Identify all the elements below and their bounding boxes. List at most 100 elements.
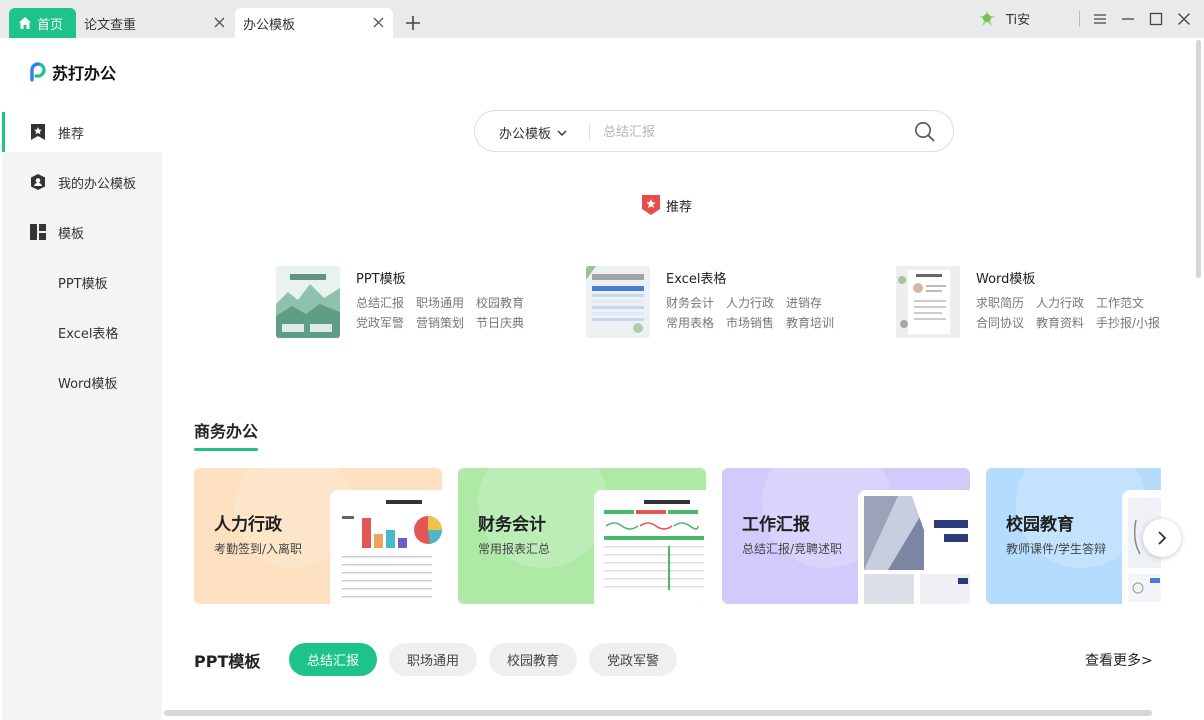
card-hr-admin[interactable]: 人力行政 考勤签到/入离职 (194, 468, 442, 604)
tab-office-templates-label: 办公模板 (243, 17, 296, 33)
card-finance[interactable]: 财务会计 常用报表汇总 (458, 468, 706, 604)
sidebar-item-label: PPT模板 (58, 276, 108, 292)
recommend-heading: 推荐 (641, 194, 692, 216)
category-ppt[interactable]: PPT模板 总结汇报 职场通用 校园教育 党政军警 营销策划 节日庆典 (276, 266, 536, 338)
card-subtitle: 教师课件/学生答辩 (1006, 542, 1107, 556)
close-tab-icon[interactable] (372, 16, 385, 29)
category-link[interactable]: 校园教育 (476, 294, 524, 311)
sidebar-item-excel[interactable]: Excel表格 (2, 312, 162, 352)
app-name: 苏打办公 (52, 64, 117, 83)
card-preview-image (594, 490, 706, 604)
card-title: 校园教育 (1006, 515, 1074, 535)
category-link[interactable]: 营销策划 (416, 314, 464, 331)
category-link[interactable]: 人力行政 (1036, 294, 1084, 311)
category-title: Excel表格 (666, 272, 727, 287)
excel-thumbnail (586, 266, 650, 338)
category-link[interactable]: 人力行政 (726, 294, 774, 311)
category-link[interactable]: 教育资料 (1036, 314, 1084, 331)
category-link[interactable]: 党政军警 (356, 314, 404, 331)
chip-party-military[interactable]: 党政军警 (589, 643, 677, 676)
category-excel[interactable]: Excel表格 财务会计 人力行政 进销存 常用表格 市场销售 教育培训 (586, 266, 846, 338)
sidebar-item-my-templates[interactable]: 我的办公模板 (2, 162, 162, 202)
close-window-icon[interactable] (1175, 10, 1193, 28)
bookmark-star-icon (31, 124, 45, 140)
minimize-icon[interactable] (1119, 10, 1137, 28)
ppt-thumbnail (276, 266, 340, 338)
sidebar-item-label: 我的办公模板 (58, 176, 137, 192)
sidebar-item-word[interactable]: Word模板 (2, 362, 162, 402)
category-link[interactable]: 工作范文 (1096, 294, 1144, 311)
card-preview-image (330, 490, 442, 604)
avatar (979, 10, 995, 26)
recommend-title: 推荐 (666, 199, 693, 215)
card-title: 工作汇报 (742, 515, 810, 535)
card-title: 人力行政 (214, 515, 282, 535)
tab-paper-check-label: 论文查重 (84, 17, 137, 33)
sidebar: 苏打办公 推荐 我的办公模板 模板 PPT模板 Excel表格 Word模板 (2, 38, 162, 720)
category-link[interactable]: 合同协议 (976, 314, 1024, 331)
chip-campus[interactable]: 校园教育 (489, 643, 577, 676)
category-title: Word模板 (976, 272, 1036, 287)
logo-area: 苏打办公 (2, 38, 162, 112)
word-thumbnail (896, 266, 960, 338)
app-logo-icon (30, 62, 46, 82)
chip-summary-report[interactable]: 总结汇报 (289, 643, 377, 676)
section-tab-indicator (194, 448, 258, 451)
card-campus-education[interactable]: 校园教育 教师课件/学生答辩 (986, 468, 1161, 604)
card-subtitle: 总结汇报/竞聘述职 (742, 542, 843, 556)
category-link[interactable]: 求职简历 (976, 294, 1024, 311)
search-divider (589, 123, 590, 141)
card-subtitle: 常用报表汇总 (478, 542, 551, 556)
search-scope-label: 办公模板 (499, 127, 552, 142)
sidebar-item-ppt[interactable]: PPT模板 (2, 262, 162, 302)
window-divider (1079, 11, 1080, 27)
ppt-section-title: PPT模板 (194, 652, 261, 671)
menu-icon[interactable] (1091, 10, 1109, 28)
category-link[interactable]: 手抄报/小报 (1096, 314, 1160, 331)
user-profile[interactable]: Ti安 (976, 7, 1030, 29)
category-link[interactable]: 进销存 (786, 294, 822, 311)
tab-home[interactable]: 首页 (9, 8, 76, 38)
sidebar-item-label: Word模板 (58, 376, 118, 392)
category-link[interactable]: 教育培训 (786, 314, 834, 331)
recommend-badge-icon (642, 195, 660, 215)
sidebar-item-label: 推荐 (58, 126, 85, 142)
card-preview-image (858, 490, 970, 604)
sidebar-item-templates[interactable]: 模板 (2, 212, 162, 252)
card-subtitle: 考勤签到/入离职 (214, 542, 303, 556)
carousel-next-button[interactable] (1143, 519, 1181, 557)
category-link[interactable]: 节日庆典 (476, 314, 524, 331)
search-scope-dropdown[interactable]: 办公模板 (499, 123, 567, 142)
tab-paper-check[interactable]: 论文查重 (76, 8, 234, 38)
category-link[interactable]: 财务会计 (666, 294, 714, 311)
user-shield-icon (31, 174, 45, 190)
tab-office-templates[interactable]: 办公模板 (235, 8, 393, 38)
home-icon (19, 17, 31, 29)
search-icon[interactable] (914, 121, 935, 142)
category-word[interactable]: Word模板 求职简历 人力行政 工作范文 合同协议 教育资料 手抄报/小报 (896, 266, 1166, 338)
tab-home-label: 首页 (37, 17, 64, 33)
vertical-scrollbar[interactable] (1196, 40, 1201, 278)
category-link[interactable]: 总结汇报 (356, 294, 404, 311)
search-bar: 办公模板 (474, 110, 954, 152)
category-title: PPT模板 (356, 272, 406, 287)
horizontal-scrollbar[interactable] (164, 710, 1152, 716)
close-tab-icon[interactable] (213, 16, 226, 29)
user-name: Ti安 (1006, 12, 1031, 28)
chevron-right-icon (1158, 531, 1167, 545)
sidebar-item-label: 模板 (58, 226, 85, 242)
chevron-down-icon (557, 130, 567, 136)
title-bar: 首页 论文查重 办公模板 Ti安 (0, 0, 1204, 38)
app-logo[interactable]: 苏打办公 (28, 60, 116, 84)
category-link[interactable]: 市场销售 (726, 314, 774, 331)
card-work-report[interactable]: 工作汇报 总结汇报/竞聘述职 (722, 468, 970, 604)
view-more-link[interactable]: 查看更多> (1085, 650, 1153, 670)
search-input[interactable] (603, 121, 893, 143)
business-section-title[interactable]: 商务办公 (194, 418, 258, 442)
new-tab-icon[interactable] (404, 14, 422, 32)
maximize-icon[interactable] (1147, 10, 1165, 28)
chip-workplace[interactable]: 职场通用 (389, 643, 477, 676)
category-link[interactable]: 职场通用 (416, 294, 464, 311)
category-link[interactable]: 常用表格 (666, 314, 714, 331)
sidebar-item-recommend[interactable]: 推荐 (2, 112, 162, 152)
